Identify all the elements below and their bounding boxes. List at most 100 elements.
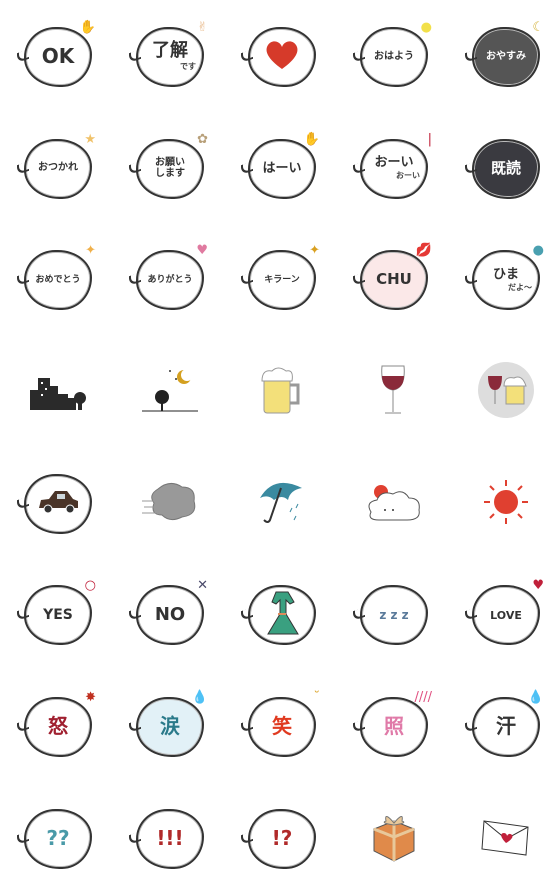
sticker-envelope[interactable] xyxy=(450,783,560,895)
sticker-text[interactable]: 怒 ✸ xyxy=(2,671,114,783)
sticker-text[interactable]: ひま だよ〜 ● xyxy=(450,224,560,336)
sticker-beer[interactable] xyxy=(226,336,338,448)
sticker-gift[interactable] xyxy=(338,783,450,895)
sticker-text[interactable]: 汗 💧 xyxy=(450,671,560,783)
decoration-icon: ✦ xyxy=(85,243,96,259)
speech-bubble: 涙 💧 xyxy=(136,691,208,757)
sticker-text: おーい xyxy=(374,155,414,171)
sticker-text[interactable]: LOVE ♥ xyxy=(450,559,560,671)
sticker-tree-moon[interactable] xyxy=(114,336,226,448)
decoration-icon: ♥ xyxy=(532,578,544,594)
speech-bubble: キラーン ✦ xyxy=(248,244,320,311)
speech-bubble: !!! xyxy=(136,808,204,869)
sticker-skyline[interactable] xyxy=(2,336,114,448)
decoration-icon: ✋ xyxy=(79,19,96,35)
decoration-icon: ✿ xyxy=(197,131,208,147)
sticker-wine-beer[interactable] xyxy=(450,336,560,448)
sticker-text[interactable]: CHU 💋 xyxy=(338,224,450,336)
sticker-text: 汗 xyxy=(496,714,516,739)
sticker-wind[interactable] xyxy=(114,448,226,560)
sticker-text[interactable]: おやすみ ☾ xyxy=(450,1,560,113)
speech-bubble xyxy=(24,473,92,534)
sticker-text[interactable]: キラーン ✦ xyxy=(226,224,338,336)
sticker-text: !? xyxy=(271,826,293,851)
sticker-text[interactable]: ?? xyxy=(2,783,114,895)
sticker-text[interactable]: おーい おーい | xyxy=(338,113,450,225)
sticker-text: z z z xyxy=(379,607,409,622)
sticker-text: LOVE xyxy=(490,608,522,622)
sticker-text[interactable]: 了解 です ✌ xyxy=(114,1,226,113)
decoration-icon: ✌ xyxy=(197,19,208,35)
sticker-text[interactable]: NO ✕ xyxy=(114,559,226,671)
sticker-sun[interactable] xyxy=(450,448,560,560)
sticker-text[interactable]: z z z xyxy=(338,559,450,671)
sticker-text[interactable]: 照 //// xyxy=(338,671,450,783)
decoration-icon: ☾ xyxy=(532,19,544,35)
speech-bubble: !? xyxy=(248,808,316,869)
speech-bubble: OK ✋ xyxy=(24,21,96,87)
sticker-car[interactable] xyxy=(2,448,114,560)
decoration-icon: ● xyxy=(420,19,432,35)
decoration-icon: 💧 xyxy=(191,689,208,705)
sticker-subtext: です xyxy=(180,61,196,71)
decoration-icon: ♥ xyxy=(196,243,208,259)
sticker-text[interactable]: はーい ✋ xyxy=(226,113,338,225)
sticker-text[interactable]: YES ○ xyxy=(2,559,114,671)
sticker-text[interactable]: おつかれ ★ xyxy=(2,113,114,225)
sticker-text[interactable]: 涙 💧 xyxy=(114,671,226,783)
sticker-text[interactable]: !!! xyxy=(114,783,226,895)
sticker-text: ?? xyxy=(46,826,70,851)
sticker-text[interactable]: おはよう ● xyxy=(338,1,450,113)
speech-bubble: 照 //// xyxy=(360,691,432,757)
sticker-text: !!! xyxy=(156,826,184,851)
car-icon xyxy=(35,488,81,520)
wine-beer-icon xyxy=(476,360,536,424)
speech-bubble: 汗 💧 xyxy=(472,691,544,757)
decoration-icon: ● xyxy=(532,243,544,259)
speech-bubble: ひま だよ〜 ● xyxy=(472,244,544,311)
speech-bubble: おやすみ ☾ xyxy=(472,21,544,87)
sticker-subtext: おーい xyxy=(396,170,420,180)
sticker-text: ありがとう xyxy=(147,274,193,285)
speech-bubble: おめでとう ✦ xyxy=(24,244,96,311)
speech-bubble: NO ✕ xyxy=(136,579,208,646)
decoration-icon: | xyxy=(427,131,432,147)
sticker-text[interactable]: 笑 ˘ xyxy=(226,671,338,783)
decoration-icon: 💧 xyxy=(527,689,544,705)
sticker-heart[interactable] xyxy=(226,1,338,113)
umbrella-icon xyxy=(254,474,310,534)
speech-bubble: 笑 ˘ xyxy=(248,691,320,757)
sticker-text[interactable]: お願い します ✿ xyxy=(114,113,226,225)
decoration-icon: //// xyxy=(414,689,432,705)
sticker-text[interactable]: !? xyxy=(226,783,338,895)
wine-icon xyxy=(374,362,414,422)
sticker-text: 照 xyxy=(384,714,404,739)
speech-bubble: 既読 xyxy=(472,138,540,199)
sticker-wine[interactable] xyxy=(338,336,450,448)
skyline-icon xyxy=(28,370,88,414)
sticker-text: CHU xyxy=(376,270,412,289)
speech-bubble: 怒 ✸ xyxy=(24,691,96,757)
sticker-dress[interactable] xyxy=(226,559,338,671)
decoration-icon: ★ xyxy=(84,131,96,147)
sticker-text: おめでとう xyxy=(35,274,81,285)
emoji-grid: OK ✋ 了解 です ✌ おはよう ● おやすみ ☾ おつかれ ★ お願い します ✿ はーい ✋ おーい おー… xyxy=(2,1,560,895)
sticker-text: YES xyxy=(43,606,73,623)
decoration-icon: ˘ xyxy=(313,689,321,705)
sticker-text[interactable]: 既読 xyxy=(450,113,560,225)
cloud-sun-icon xyxy=(363,478,425,530)
speech-bubble: z z z xyxy=(360,585,428,646)
speech-bubble: YES ○ xyxy=(24,579,96,646)
speech-bubble: おはよう ● xyxy=(360,21,432,87)
speech-bubble xyxy=(248,26,316,87)
sun-icon xyxy=(481,477,531,531)
beer-icon xyxy=(258,365,306,419)
speech-bubble: ありがとう ♥ xyxy=(136,244,208,311)
sticker-umbrella[interactable] xyxy=(226,448,338,560)
sticker-text[interactable]: おめでとう ✦ xyxy=(2,224,114,336)
sticker-text[interactable]: OK ✋ xyxy=(2,1,114,113)
sticker-cloud-sun[interactable] xyxy=(338,448,450,560)
sticker-text: 涙 xyxy=(160,714,180,739)
sticker-text: おやすみ xyxy=(486,50,526,62)
sticker-text[interactable]: ありがとう ♥ xyxy=(114,224,226,336)
